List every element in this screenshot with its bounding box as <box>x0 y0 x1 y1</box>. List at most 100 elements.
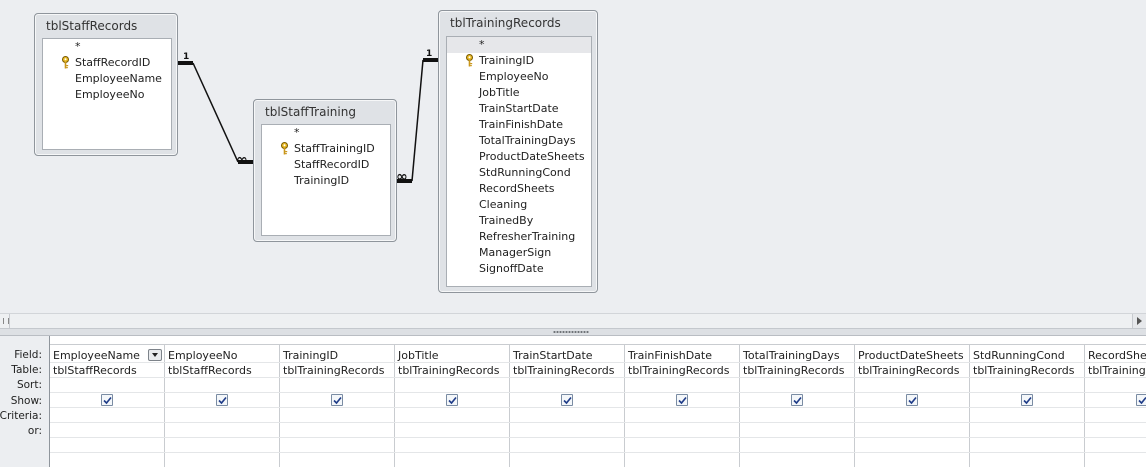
show-cell[interactable] <box>970 393 1085 408</box>
field-item[interactable]: StaffTrainingID <box>262 141 390 157</box>
extra-criteria-cell[interactable] <box>740 438 855 453</box>
field-item[interactable]: StaffRecordID <box>43 55 171 71</box>
field-cell[interactable]: TotalTrainingDays <box>740 348 855 363</box>
or-cell[interactable] <box>165 423 280 438</box>
extra-criteria-cell[interactable] <box>395 453 510 467</box>
extra-criteria-cell[interactable] <box>855 453 970 467</box>
extra-criteria-cell[interactable] <box>510 453 625 467</box>
show-checkbox[interactable] <box>906 394 918 406</box>
show-cell[interactable] <box>740 393 855 408</box>
sort-cell[interactable] <box>625 378 740 393</box>
criteria-cell[interactable] <box>855 408 970 423</box>
extra-criteria-cell[interactable] <box>165 453 280 467</box>
field-list[interactable]: * StaffRecordID EmployeeName EmployeeNo <box>42 38 172 150</box>
show-checkbox[interactable] <box>791 394 803 406</box>
table-window-stafftraining[interactable]: tblStaffTraining * StaffTrainingID StaffRe… <box>253 99 397 242</box>
sort-cell[interactable] <box>855 378 970 393</box>
show-cell[interactable] <box>280 393 395 408</box>
show-cell[interactable] <box>395 393 510 408</box>
show-checkbox[interactable] <box>331 394 343 406</box>
field-item[interactable]: TrainingID <box>447 53 591 69</box>
table-window-trainingrecords[interactable]: tblTrainingRecords * TrainingID EmployeeNo… <box>438 10 598 293</box>
extra-criteria-cell[interactable] <box>740 453 855 467</box>
field-cell[interactable]: TrainFinishDate <box>625 348 740 363</box>
grid-column[interactable]: JobTitle tblTrainingRecords <box>395 345 510 467</box>
field-item[interactable]: TrainFinishDate <box>447 117 591 133</box>
grid-column[interactable]: TotalTrainingDays tblTrainingRecords <box>740 345 855 467</box>
field-item[interactable]: SignoffDate <box>447 261 591 277</box>
table-cell[interactable]: tblTrainingRecords <box>395 363 510 378</box>
field-item[interactable]: TrainingID <box>262 173 390 189</box>
or-cell[interactable] <box>625 423 740 438</box>
show-checkbox[interactable] <box>446 394 458 406</box>
field-item-all[interactable]: * <box>43 39 171 55</box>
pane-splitter[interactable] <box>0 328 1146 336</box>
extra-criteria-cell[interactable] <box>970 438 1085 453</box>
table-cell[interactable]: tblTrainingRecords <box>855 363 970 378</box>
or-cell[interactable] <box>1085 423 1146 438</box>
grid-column[interactable]: EmployeeNo tblStaffRecords <box>165 345 280 467</box>
criteria-cell[interactable] <box>740 408 855 423</box>
table-cell[interactable]: tblStaffRecords <box>50 363 165 378</box>
field-list[interactable]: * TrainingID EmployeeNo JobTitle TrainStartD… <box>446 36 592 287</box>
field-item[interactable]: Cleaning <box>447 197 591 213</box>
sort-cell[interactable] <box>1085 378 1146 393</box>
show-cell[interactable] <box>510 393 625 408</box>
grid-column[interactable]: TrainingID tblTrainingRecords <box>280 345 395 467</box>
splitter-grip-icon[interactable] <box>553 330 589 334</box>
field-item[interactable]: EmployeeNo <box>447 69 591 85</box>
extra-criteria-cell[interactable] <box>165 438 280 453</box>
show-checkbox[interactable] <box>101 394 113 406</box>
field-item[interactable]: TrainedBy <box>447 213 591 229</box>
table-cell[interactable]: tblTrainingRecords <box>1085 363 1146 378</box>
or-cell[interactable] <box>280 423 395 438</box>
sort-cell[interactable] <box>280 378 395 393</box>
criteria-cell[interactable] <box>280 408 395 423</box>
field-cell[interactable]: EmployeeNo <box>165 348 280 363</box>
field-item[interactable]: RecordSheets <box>447 181 591 197</box>
or-cell[interactable] <box>50 423 165 438</box>
or-cell[interactable] <box>740 423 855 438</box>
grid-column[interactable]: RecordSheets tblTrainingRecords <box>1085 345 1146 467</box>
field-cell[interactable]: EmployeeName <box>50 348 165 363</box>
grid-column[interactable]: EmployeeName tblStaffRecords <box>50 345 165 467</box>
table-title[interactable]: tblTrainingRecords <box>450 16 561 30</box>
field-item[interactable]: EmployeeNo <box>43 87 171 103</box>
show-checkbox[interactable] <box>1136 394 1146 406</box>
table-title[interactable]: tblStaffTraining <box>265 105 356 119</box>
criteria-cell[interactable] <box>165 408 280 423</box>
table-cell[interactable]: tblTrainingRecords <box>510 363 625 378</box>
extra-criteria-cell[interactable] <box>280 438 395 453</box>
field-cell[interactable]: TrainingID <box>280 348 395 363</box>
criteria-cell[interactable] <box>50 408 165 423</box>
show-cell[interactable] <box>165 393 280 408</box>
extra-criteria-cell[interactable] <box>625 453 740 467</box>
grid-column[interactable]: TrainStartDate tblTrainingRecords <box>510 345 625 467</box>
field-cell[interactable]: ProductDateSheets <box>855 348 970 363</box>
field-cell[interactable]: StdRunningCond <box>970 348 1085 363</box>
field-item[interactable]: JobTitle <box>447 85 591 101</box>
or-cell[interactable] <box>510 423 625 438</box>
sort-cell[interactable] <box>395 378 510 393</box>
table-cell[interactable]: tblTrainingRecords <box>280 363 395 378</box>
scroll-right-arrow-icon[interactable] <box>1132 314 1146 328</box>
field-item[interactable]: TrainStartDate <box>447 101 591 117</box>
field-item[interactable]: TotalTrainingDays <box>447 133 591 149</box>
field-cell[interactable]: JobTitle <box>395 348 510 363</box>
field-cell[interactable]: TrainStartDate <box>510 348 625 363</box>
table-title[interactable]: tblStaffRecords <box>46 19 137 33</box>
show-cell[interactable] <box>50 393 165 408</box>
table-cell[interactable]: tblTrainingRecords <box>625 363 740 378</box>
field-item[interactable]: StdRunningCond <box>447 165 591 181</box>
extra-criteria-cell[interactable] <box>280 453 395 467</box>
extra-criteria-cell[interactable] <box>1085 453 1146 467</box>
show-checkbox[interactable] <box>216 394 228 406</box>
field-item[interactable]: RefresherTraining <box>447 229 591 245</box>
or-cell[interactable] <box>970 423 1085 438</box>
table-cell[interactable]: tblStaffRecords <box>165 363 280 378</box>
criteria-cell[interactable] <box>970 408 1085 423</box>
scroll-left-icon[interactable] <box>0 314 10 328</box>
criteria-cell[interactable] <box>510 408 625 423</box>
show-cell[interactable] <box>855 393 970 408</box>
sort-cell[interactable] <box>50 378 165 393</box>
